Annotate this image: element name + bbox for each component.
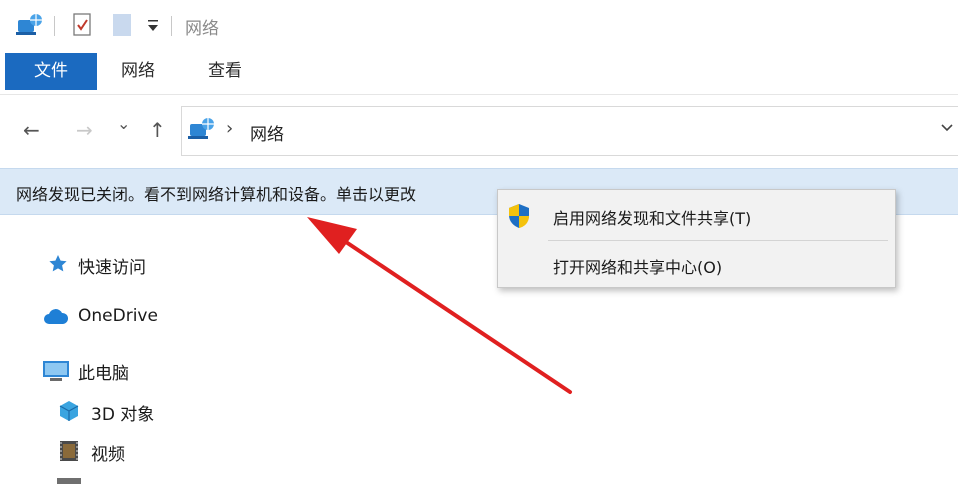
annotation-arrow xyxy=(307,217,572,394)
